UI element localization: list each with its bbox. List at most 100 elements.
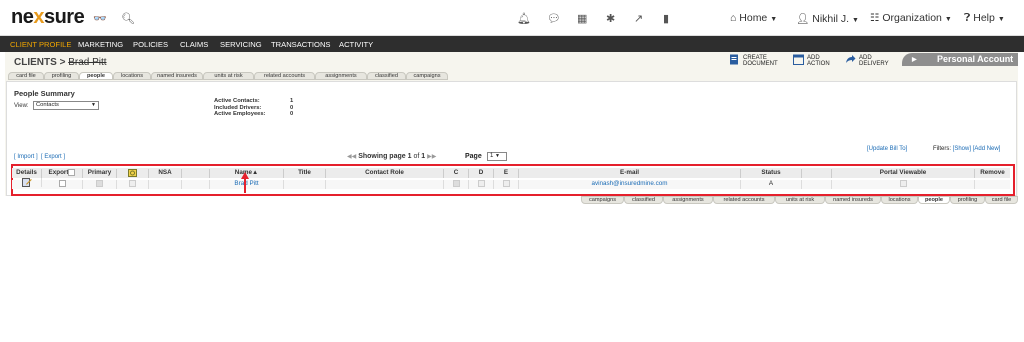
- contact-stats: Active Contacts: 1 Included Drivers: 0 Act…: [214, 98, 294, 118]
- col-nsa[interactable]: NSA: [149, 169, 182, 178]
- import-link[interactable]: [ Import ]: [14, 154, 38, 160]
- people-summary-panel: People Summary View: Contacts ▼ Active Co…: [6, 81, 1017, 196]
- calculator-icon[interactable]: ▦: [577, 12, 587, 25]
- nav-transactions[interactable]: TRANSACTIONS: [271, 40, 331, 49]
- update-bill-to-link[interactable]: [Update Bill To]: [867, 146, 907, 152]
- export-cell[interactable]: [42, 180, 83, 189]
- tab-campaigns[interactable]: campaigns: [406, 72, 448, 80]
- document-icon: [730, 54, 738, 65]
- col-status[interactable]: Status: [741, 169, 802, 178]
- edit-details-icon[interactable]: [21, 178, 32, 187]
- c-checkbox: [452, 180, 460, 187]
- contact-name-link[interactable]: Brad Pitt: [210, 180, 284, 189]
- btab-assignments[interactable]: assignments: [663, 196, 713, 204]
- tab-related-accounts[interactable]: related accounts: [254, 72, 315, 80]
- last-page-icon[interactable]: ▶▶: [427, 154, 436, 160]
- col-title[interactable]: Title: [284, 169, 326, 178]
- icon-cell: [117, 180, 149, 189]
- bookmark-icon[interactable]: ▮: [663, 12, 669, 25]
- col-e[interactable]: E: [494, 169, 519, 178]
- col-contact-role[interactable]: Contact Role: [326, 169, 444, 178]
- export-all-checkbox[interactable]: [68, 169, 76, 176]
- btab-campaigns[interactable]: campaigns: [581, 196, 624, 204]
- view-label: View:: [14, 103, 29, 109]
- export-row-checkbox[interactable]: [58, 180, 66, 187]
- col-portal-viewable[interactable]: Portal Viewable: [832, 169, 975, 178]
- nsa-cell: [149, 180, 182, 189]
- tab-classified[interactable]: classified: [367, 72, 406, 80]
- chevron-down-icon: ▼: [495, 153, 500, 159]
- btab-classified[interactable]: classified: [624, 196, 663, 204]
- btab-units-at-risk[interactable]: units at risk: [775, 196, 825, 204]
- btab-people[interactable]: people: [918, 196, 950, 204]
- nav-activity[interactable]: ACTIVITY: [339, 40, 373, 49]
- chat-icon[interactable]: 💬︎: [547, 12, 561, 25]
- c-cell: [444, 180, 469, 189]
- col-email[interactable]: E-mail: [519, 169, 741, 178]
- blank-cell-2: [802, 180, 832, 189]
- filters-show-link[interactable]: [Show]: [953, 146, 971, 152]
- people-summary-title: People Summary: [14, 89, 75, 98]
- page-select[interactable]: 1 ▼: [487, 152, 507, 161]
- organization-menu[interactable]: ☷ Organization ▼: [870, 12, 952, 24]
- export-link[interactable]: [ Export ]: [41, 154, 65, 160]
- btab-named-insureds[interactable]: named insureds: [825, 196, 881, 204]
- btab-profiling[interactable]: profiling: [950, 196, 985, 204]
- home-menu[interactable]: ⌂ Home ▼: [730, 12, 777, 24]
- view-select[interactable]: Contacts ▼: [33, 101, 99, 110]
- nav-client-profile[interactable]: CLIENT PROFILE: [10, 40, 71, 49]
- asterisk-icon[interactable]: ✱: [606, 12, 615, 25]
- status-cell: A: [741, 180, 802, 189]
- page-label: Page: [465, 153, 482, 160]
- triangle-right-icon: ▶: [912, 57, 917, 63]
- col-d[interactable]: D: [469, 169, 494, 178]
- col-c[interactable]: C: [444, 169, 469, 178]
- col-details[interactable]: Details: [12, 169, 42, 178]
- external-link-icon[interactable]: ↗: [634, 12, 643, 25]
- col-primary[interactable]: Primary: [83, 169, 117, 178]
- calendar-icon: [793, 54, 804, 65]
- btab-locations[interactable]: locations: [881, 196, 918, 204]
- d-cell: [469, 180, 494, 189]
- flag-checkbox: [129, 180, 136, 187]
- settings-badge-icon: [128, 169, 137, 177]
- tab-locations[interactable]: locations: [113, 72, 151, 80]
- nav-servicing[interactable]: SERVICING: [220, 40, 262, 49]
- btab-related-accounts[interactable]: related accounts: [713, 196, 775, 204]
- tab-card-file[interactable]: card file: [8, 72, 44, 80]
- table-row[interactable]: Brad Pitt avinash@insuredmine.com A: [12, 178, 1010, 189]
- tab-people[interactable]: people: [79, 72, 113, 80]
- filters-add-new-link[interactable]: [Add New]: [973, 146, 1001, 152]
- nav-policies[interactable]: POLICIES: [133, 40, 168, 49]
- first-page-icon[interactable]: ◀◀: [347, 154, 356, 160]
- contact-role-cell: [326, 180, 444, 189]
- portal-viewable-checkbox: [899, 180, 907, 187]
- binoculars-icon[interactable]: 👓: [93, 12, 107, 25]
- col-icon[interactable]: [117, 169, 149, 178]
- btab-card-file[interactable]: card file: [985, 196, 1018, 204]
- top-bar: nexsure 👓 🔍︎ 🔔︎ 💬︎ ▦ ✱ ↗ ▮ ⌂ Home ▼ 👤︎ Ni…: [0, 0, 1024, 36]
- bell-icon[interactable]: 🔔︎: [517, 12, 531, 25]
- nav-marketing[interactable]: MARKETING: [78, 40, 123, 49]
- nexsure-logo[interactable]: nexsure: [11, 6, 85, 29]
- user-menu[interactable]: 👤︎ Nikhil J. ▼: [796, 12, 859, 25]
- primary-cell: [83, 180, 117, 189]
- e-cell: [494, 180, 519, 189]
- col-export[interactable]: Export: [42, 169, 83, 178]
- details-cell[interactable]: [12, 178, 42, 187]
- email-link[interactable]: avinash@insuredmine.com: [519, 180, 741, 189]
- tab-units-at-risk[interactable]: units at risk: [203, 72, 254, 80]
- tab-assignments[interactable]: assignments: [315, 72, 367, 80]
- help-menu[interactable]: ❓︎ Help ▼: [964, 12, 1005, 25]
- d-checkbox: [477, 180, 485, 187]
- search-icon[interactable]: 🔍︎: [121, 12, 135, 25]
- tab-named-insureds[interactable]: named insureds: [151, 72, 203, 80]
- main-nav: CLIENT PROFILE MARKETING POLICIES CLAIMS…: [0, 36, 1024, 52]
- tab-profiling[interactable]: profiling: [44, 72, 79, 80]
- remove-cell[interactable]: [975, 180, 1010, 189]
- personal-account-tab[interactable]: ▶ Personal Account: [902, 53, 1018, 66]
- col-blank: [182, 169, 210, 178]
- nav-claims[interactable]: CLAIMS: [180, 40, 208, 49]
- col-remove[interactable]: Remove: [975, 169, 1010, 178]
- chevron-down-icon: ▼: [91, 102, 96, 108]
